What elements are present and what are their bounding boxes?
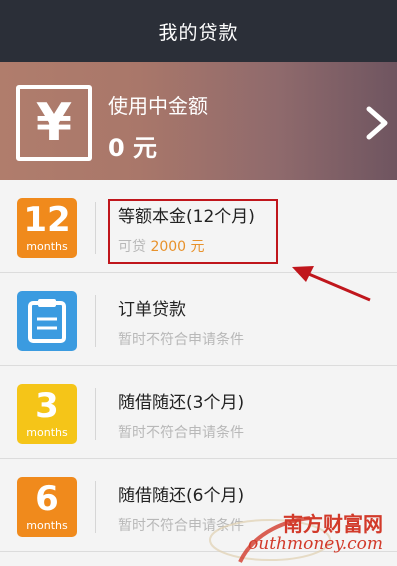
divider [95, 388, 96, 440]
highlight-box [108, 199, 278, 264]
loan-status: 暂时不符合申请条件 [118, 425, 244, 441]
balance-banner[interactable]: ¥ 使用中金额 0 元 [0, 62, 397, 180]
loan-item-3-months[interactable]: 3 months 随借随还(3个月) 暂时不符合申请条件 [0, 366, 397, 459]
badge-number: 12 [23, 200, 71, 240]
yen-icon: ¥ [16, 85, 92, 161]
yen-glyph: ¥ [35, 93, 73, 153]
watermark-text-en: outhmoney.com [248, 534, 383, 554]
loan-status: 暂时不符合申请条件 [118, 332, 244, 348]
loan-name: 随借随还(3个月) [118, 393, 245, 413]
title-bar: 我的贷款 [0, 0, 397, 62]
watermark-text-cn: 南方财富网 [283, 512, 383, 536]
arrow-annotation-icon [292, 266, 371, 302]
badge-number: 6 [35, 479, 59, 519]
months-12-badge-icon: 12 months [17, 198, 77, 258]
balance-label: 使用中金额 [108, 94, 208, 118]
loan-name: 订单贷款 [118, 300, 186, 320]
badge-unit: months [26, 519, 68, 532]
clipboard-icon [17, 291, 77, 351]
badge-number: 3 [35, 386, 59, 426]
divider [95, 481, 96, 533]
months-6-badge-icon: 6 months [17, 477, 77, 537]
badge-unit: months [26, 240, 68, 253]
months-3-badge-icon: 3 months [17, 384, 77, 444]
divider [95, 295, 96, 347]
page-title: 我的贷款 [158, 21, 239, 44]
balance-amount: 0 元 [108, 134, 158, 162]
chevron-right-icon[interactable] [364, 106, 390, 140]
badge-unit: months [26, 426, 68, 439]
divider [95, 202, 96, 254]
